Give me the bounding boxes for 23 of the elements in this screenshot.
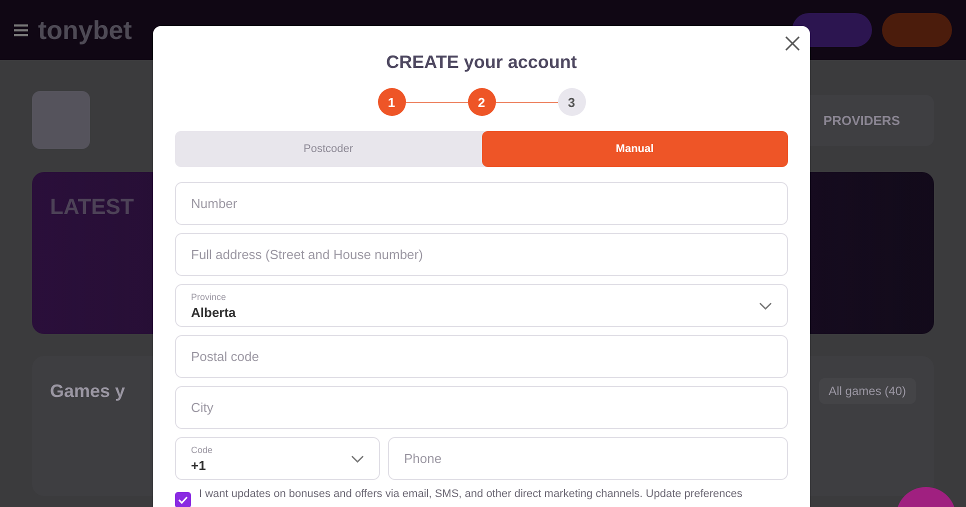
step-indicator: 1 — [378, 88, 406, 116]
all-games-button[interactable]: All games (40) — [818, 378, 916, 404]
chevron-down-icon — [759, 302, 772, 310]
input-field[interactable]: Full address (Street and House number) — [175, 233, 788, 276]
checkbox[interactable] — [175, 492, 191, 507]
menu-icon[interactable] — [14, 24, 28, 36]
step-indicator: 2 — [468, 88, 496, 116]
country-code-select[interactable]: Code +1 — [175, 437, 380, 480]
check-icon — [178, 496, 188, 504]
section-title: Games y — [50, 380, 126, 402]
close-icon[interactable] — [785, 36, 800, 51]
input-field[interactable]: Number — [175, 182, 788, 225]
province-select[interactable]: Province Alberta — [175, 284, 788, 327]
input-field[interactable]: Postal code — [175, 335, 788, 378]
phone-field[interactable]: Phone — [388, 437, 788, 480]
step-indicator: 3 — [558, 88, 586, 116]
chevron-down-icon — [351, 454, 364, 462]
mode-tab[interactable]: Postcoder — [175, 131, 482, 167]
consent-text: I want updates on bonuses and offers via email, SMS, and other direct marketing channels. Update preferences — [199, 488, 742, 501]
mode-tab[interactable]: Manual — [482, 131, 788, 167]
input-field[interactable]: City — [175, 386, 788, 429]
dialog-title: CREATE your account — [385, 52, 578, 73]
logo[interactable]: tonybet — [38, 14, 132, 46]
